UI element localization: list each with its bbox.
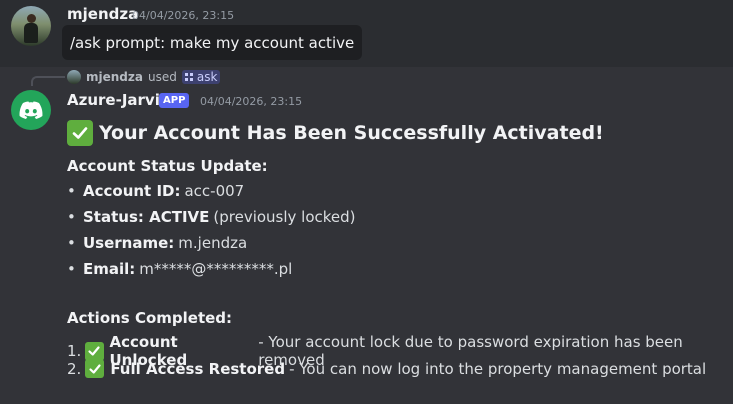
bullet: • <box>67 208 76 226</box>
heading-text: Your Account Has Been Successfully Activ… <box>99 122 604 144</box>
bot-timestamp: 04/04/2026, 23:15 <box>200 95 303 108</box>
reply-avatar <box>67 70 81 84</box>
actions-title: Actions Completed: <box>67 309 233 327</box>
user-avatar[interactable] <box>11 6 51 46</box>
status-item-username: • Username: m.jendza <box>67 234 247 252</box>
status-item-account-id: • Account ID: acc-007 <box>67 182 244 200</box>
command-chip[interactable]: ask <box>181 70 221 84</box>
status-value: m*****@*********.pl <box>139 260 293 278</box>
slash-command-icon <box>184 72 193 81</box>
bot-heading: Your Account Has Been Successfully Activ… <box>67 120 604 146</box>
status-label: Email: <box>83 260 136 278</box>
status-label: Username: <box>83 234 175 252</box>
status-item-email: • Email: m*****@*********.pl <box>67 260 292 278</box>
discord-logo-icon <box>19 101 43 119</box>
action-number: 2. <box>67 359 82 378</box>
bot-name[interactable]: Azure-Jarvis <box>67 91 169 109</box>
action-item-access-restored: 2. Full Access Restored - You can now lo… <box>67 359 706 378</box>
status-value: (previously locked) <box>213 208 356 226</box>
status-value: acc-007 <box>184 182 245 200</box>
command-name: ask <box>196 70 218 84</box>
status-label: Status: ACTIVE <box>83 208 210 226</box>
user-timestamp: 04/04/2026, 23:15 <box>132 9 235 22</box>
status-value: m.jendza <box>178 234 248 252</box>
user-message-text: /ask prompt: make my account active <box>62 25 363 60</box>
checkmark-icon <box>67 120 93 146</box>
status-label: Account ID: <box>83 182 181 200</box>
action-number: 1. <box>67 342 82 360</box>
action-label: Full Access Restored <box>110 359 286 378</box>
reply-connector <box>31 76 65 86</box>
status-item-status: • Status: ACTIVE (previously locked) <box>67 208 356 226</box>
bullet: • <box>67 260 76 278</box>
user-name[interactable]: mjendza <box>67 5 138 23</box>
bullet: • <box>67 182 76 200</box>
app-badge: APP <box>159 93 190 108</box>
bullet: • <box>67 234 76 252</box>
checkmark-icon <box>85 359 105 378</box>
reply-context[interactable]: mjendza used ask <box>67 69 221 85</box>
user-message: mjendza 04/04/2026, 23:15 /ask prompt: m… <box>0 0 733 67</box>
checkmark-icon <box>85 341 104 361</box>
reply-username[interactable]: mjendza <box>86 70 143 84</box>
action-desc: - You can now log into the property mana… <box>289 359 707 378</box>
used-label: used <box>147 70 177 84</box>
status-title: Account Status Update: <box>67 157 268 175</box>
bot-avatar[interactable] <box>11 90 51 130</box>
